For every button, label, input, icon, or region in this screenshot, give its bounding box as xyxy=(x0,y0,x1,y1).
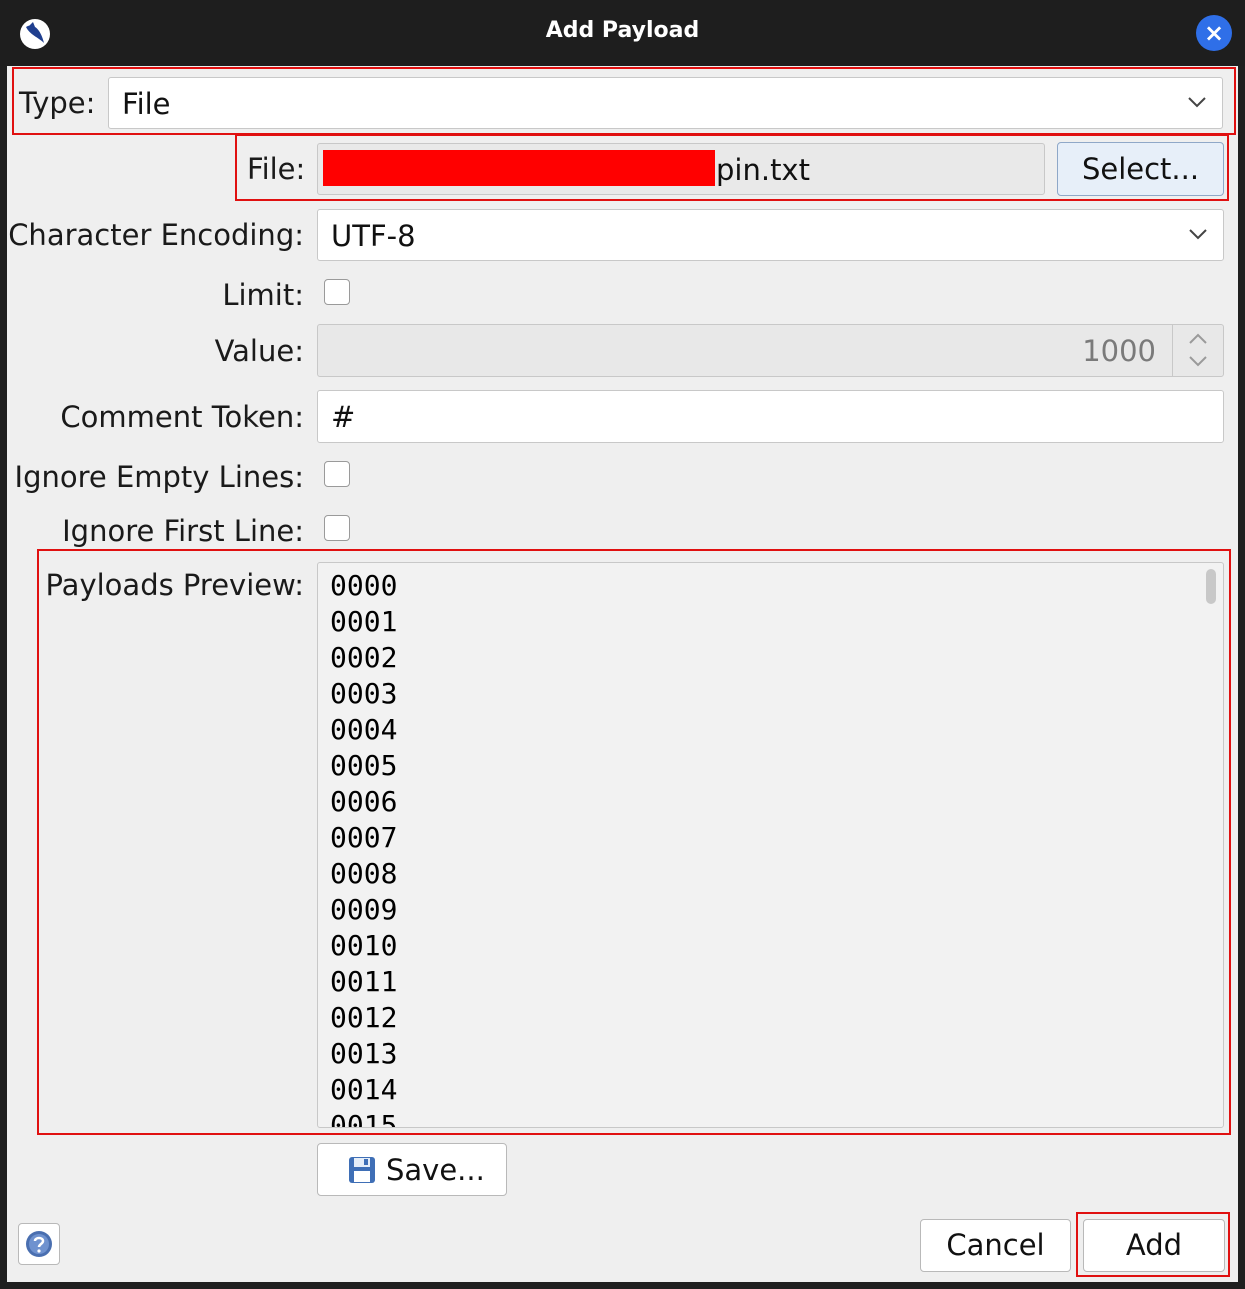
encoding-select[interactable]: UTF-8 xyxy=(317,209,1224,261)
value-label: Value: xyxy=(214,334,304,368)
limit-label: Limit: xyxy=(222,278,304,312)
type-select-value: File xyxy=(122,87,171,121)
value-spinner: 1000 xyxy=(317,324,1224,377)
scrollbar-thumb[interactable] xyxy=(1206,569,1216,604)
ignore-empty-lines-label: Ignore Empty Lines: xyxy=(14,460,304,494)
ignore-first-line-checkbox[interactable] xyxy=(324,515,350,541)
ignore-first-line-label: Ignore First Line: xyxy=(62,514,304,548)
preview-line: 0006 xyxy=(330,785,398,818)
select-file-button[interactable]: Select... xyxy=(1057,142,1224,196)
preview-line: 0014 xyxy=(330,1073,398,1106)
preview-line: 0010 xyxy=(330,929,398,962)
preview-line: 0013 xyxy=(330,1037,398,1070)
chevron-down-icon xyxy=(1189,356,1207,367)
value-spinner-value: 1000 xyxy=(1082,334,1156,368)
preview-line: 0004 xyxy=(330,713,398,746)
preview-line: 0002 xyxy=(330,641,398,674)
preview-line: 0011 xyxy=(330,965,398,998)
file-path-value: pin.txt xyxy=(716,153,810,187)
close-icon[interactable]: × xyxy=(1196,15,1232,51)
chevron-down-icon xyxy=(1189,229,1207,240)
payloads-preview-label: Payloads Preview: xyxy=(45,568,305,602)
preview-line: 0005 xyxy=(330,749,398,782)
type-select[interactable]: File xyxy=(108,77,1223,129)
preview-line: 0007 xyxy=(330,821,398,854)
limit-checkbox[interactable] xyxy=(324,279,350,305)
file-path-field: pin.txt xyxy=(317,143,1045,195)
floppy-disk-icon xyxy=(349,1157,375,1183)
preview-line: 0001 xyxy=(330,605,398,638)
chevron-up-icon xyxy=(1189,333,1207,344)
preview-line: 0009 xyxy=(330,893,398,926)
help-button[interactable] xyxy=(18,1223,60,1265)
window-title: Add Payload xyxy=(545,18,700,43)
preview-line: 0000 xyxy=(330,569,398,602)
preview-line: 0003 xyxy=(330,677,398,710)
payloads-preview-list[interactable]: 0000 0001 0002 0003 0004 0005 0006 0007 0008 0009… xyxy=(317,562,1224,1128)
title-bar: Add Payload × xyxy=(0,0,1245,66)
cancel-button[interactable]: Cancel xyxy=(920,1219,1071,1272)
comment-token-label: Comment Token: xyxy=(60,400,304,434)
add-payload-dialog: Type: File File: pin.txt Select... Chara… xyxy=(7,66,1238,1282)
save-button-label: Save... xyxy=(386,1153,485,1187)
file-label: File: xyxy=(247,152,306,186)
comment-token-value: # xyxy=(331,400,356,434)
preview-line: 0015 xyxy=(330,1109,398,1128)
add-button[interactable]: Add xyxy=(1083,1219,1225,1272)
chevron-down-icon xyxy=(1188,97,1206,108)
redacted-path-block xyxy=(323,150,715,186)
ignore-empty-lines-checkbox[interactable] xyxy=(324,461,350,487)
type-label: Type: xyxy=(19,86,96,120)
save-button[interactable]: Save... xyxy=(317,1143,507,1196)
preview-line: 0008 xyxy=(330,857,398,890)
preview-line: 0012 xyxy=(330,1001,398,1034)
encoding-select-value: UTF-8 xyxy=(331,219,416,253)
help-icon xyxy=(26,1231,52,1257)
spinner-buttons xyxy=(1172,325,1223,376)
comment-token-input[interactable]: # xyxy=(317,390,1224,443)
encoding-label: Character Encoding: xyxy=(8,218,304,252)
